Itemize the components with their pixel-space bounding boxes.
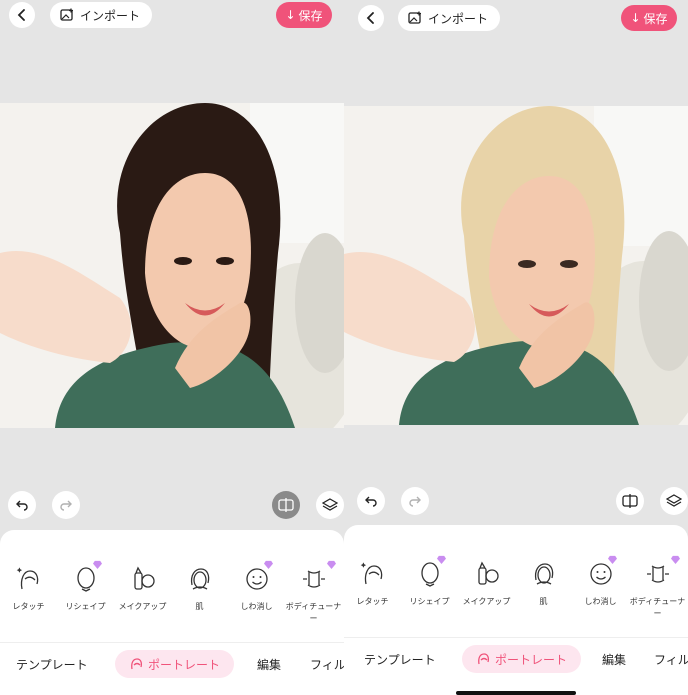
tab-portrait-label: ポートレート	[148, 657, 221, 672]
tool-label: 肌	[195, 602, 204, 611]
tool-label: メイクアップ	[118, 602, 167, 611]
tool-retouch[interactable]: レタッチ	[0, 565, 57, 625]
premium-gem-icon	[671, 555, 680, 564]
reshape-icon	[420, 562, 439, 587]
tool-label: レタッチ	[12, 602, 45, 611]
photo-canvas[interactable]	[0, 103, 344, 428]
tab-divider	[0, 642, 344, 643]
tool-retouch[interactable]: レタッチ	[344, 560, 401, 620]
editor-screen-after: インポート ↓ 保存 レタッチ リシェイプ メイクアップ 肌 しわ消し ボディチ…	[344, 0, 688, 695]
back-button[interactable]	[358, 5, 384, 31]
photo-canvas[interactable]	[344, 106, 688, 425]
tool-label: しわ消し	[584, 597, 617, 606]
tab-filter[interactable]: フィル	[654, 645, 688, 673]
tool-label: リシェイプ	[409, 597, 450, 606]
portrait-tab-icon	[131, 658, 143, 670]
portrait-tool-row: レタッチ リシェイプ メイクアップ 肌 しわ消し ボディチューナー	[344, 555, 688, 620]
tool-reshape[interactable]: リシェイプ	[401, 555, 458, 620]
smile-face-icon	[589, 563, 612, 585]
import-button[interactable]: インポート	[398, 5, 501, 31]
premium-gem-icon	[608, 555, 617, 564]
portrait-photo	[0, 103, 344, 428]
redo-icon	[409, 496, 421, 507]
makeup-icon	[133, 566, 155, 590]
makeup-icon	[477, 561, 499, 585]
import-button[interactable]: インポート	[50, 2, 153, 28]
home-indicator	[456, 691, 576, 695]
layers-button[interactable]	[660, 487, 688, 515]
import-label: インポート	[80, 8, 141, 23]
portrait-tab-icon	[478, 653, 490, 665]
tab-filter[interactable]: フィル	[310, 650, 344, 678]
tool-label: メイクアップ	[462, 597, 511, 606]
chevron-left-icon	[366, 12, 374, 24]
compare-button[interactable]	[616, 487, 644, 515]
retouch-icon	[16, 567, 38, 590]
tab-portrait[interactable]: ポートレート	[462, 645, 582, 673]
undo-icon	[365, 496, 377, 507]
download-arrow-icon: ↓	[285, 8, 296, 22]
premium-gem-icon	[327, 560, 336, 569]
tool-skin[interactable]: 肌	[515, 560, 572, 620]
tab-portrait-label: ポートレート	[495, 652, 568, 667]
tool-label: しわ消し	[240, 602, 273, 611]
tab-edit[interactable]: 編集	[602, 645, 626, 673]
tool-makeup[interactable]: メイクアップ	[458, 560, 515, 620]
import-label: インポート	[428, 11, 489, 26]
premium-gem-icon	[93, 560, 102, 569]
premium-gem-icon	[437, 555, 446, 564]
redo-icon	[60, 500, 72, 511]
download-arrow-icon: ↓	[630, 11, 641, 25]
image-import-icon	[408, 11, 421, 24]
retouch-icon	[360, 562, 382, 585]
back-button[interactable]	[9, 2, 35, 28]
compare-icon	[278, 498, 294, 512]
compare-button[interactable]	[272, 491, 300, 519]
tool-body-tuner[interactable]: ボディチューナー	[629, 555, 686, 620]
category-tabs: テンプレート ポートレート 編集 フィル	[344, 645, 688, 673]
premium-gem-icon	[264, 560, 273, 569]
redo-button[interactable]	[52, 491, 80, 519]
image-import-icon	[60, 8, 73, 21]
tab-template[interactable]: テンプレート	[364, 645, 436, 673]
layers-icon	[322, 498, 338, 511]
save-label: 保存	[298, 8, 323, 23]
smile-face-icon	[245, 568, 268, 590]
layers-icon	[666, 494, 682, 507]
tool-wrinkle[interactable]: しわ消し	[572, 555, 629, 620]
body-tuner-icon	[646, 565, 669, 583]
redo-button[interactable]	[401, 487, 429, 515]
editor-screen-before: インポート ↓ 保存 レタッチ リシェイプ メイクアップ 肌 しわ消し ボディチ…	[0, 0, 344, 695]
tab-portrait[interactable]: ポートレート	[115, 650, 235, 678]
reshape-icon	[76, 567, 95, 592]
tab-divider	[344, 637, 688, 638]
tool-label: リシェイプ	[65, 602, 106, 611]
tool-wrinkle[interactable]: しわ消し	[228, 560, 285, 625]
skin-icon	[190, 568, 209, 590]
portrait-photo	[344, 106, 688, 425]
save-label: 保存	[643, 11, 668, 26]
tool-makeup[interactable]: メイクアップ	[114, 565, 171, 625]
compare-icon	[622, 494, 638, 508]
tool-reshape[interactable]: リシェイプ	[57, 560, 114, 625]
undo-button[interactable]	[8, 491, 36, 519]
chevron-left-icon	[17, 9, 25, 21]
undo-button[interactable]	[357, 487, 385, 515]
portrait-tool-row: レタッチ リシェイプ メイクアップ 肌 しわ消し ボディチューナー	[0, 560, 344, 625]
tab-edit[interactable]: 編集	[257, 650, 281, 678]
save-button[interactable]: ↓ 保存	[276, 2, 332, 28]
tool-label: レタッチ	[356, 597, 389, 606]
tab-template[interactable]: テンプレート	[16, 650, 88, 678]
body-tuner-icon	[302, 570, 325, 588]
skin-icon	[534, 563, 553, 585]
layers-button[interactable]	[316, 491, 344, 519]
save-button[interactable]: ↓ 保存	[621, 5, 677, 31]
tool-skin[interactable]: 肌	[171, 565, 228, 625]
tool-label: ボディチューナー	[285, 602, 342, 623]
category-tabs: テンプレート ポートレート 編集 フィル	[0, 650, 344, 678]
undo-icon	[16, 500, 28, 511]
tool-label: 肌	[539, 597, 548, 606]
tool-label: ボディチューナー	[629, 597, 686, 618]
tool-body-tuner[interactable]: ボディチューナー	[285, 560, 342, 625]
